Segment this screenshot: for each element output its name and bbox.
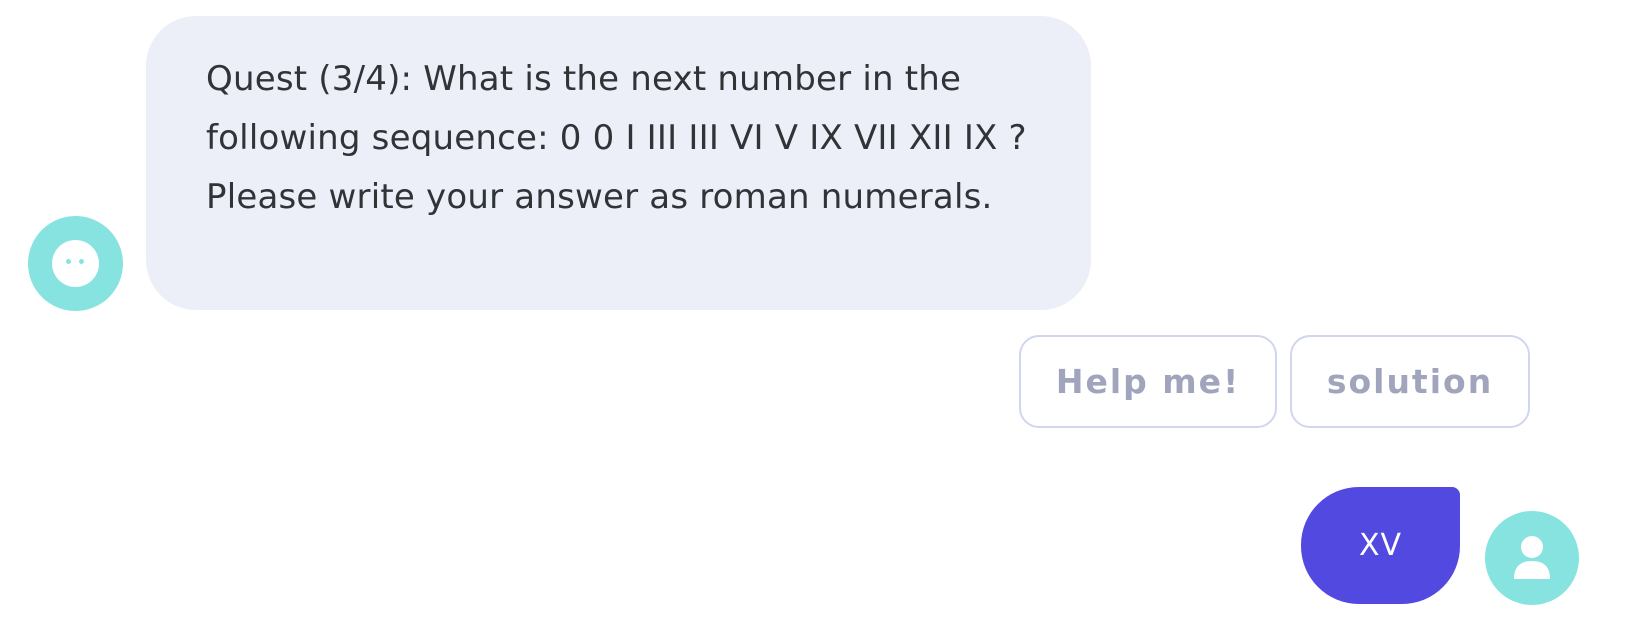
user-avatar	[1485, 511, 1579, 605]
bot-face-icon	[52, 240, 99, 287]
bot-eye-left	[66, 259, 71, 264]
bot-eye-right	[79, 259, 84, 264]
solution-button[interactable]: solution	[1290, 335, 1530, 428]
user-message-bubble: XV	[1301, 487, 1460, 604]
bot-message-text: Quest (3/4): What is the next number in …	[206, 59, 1027, 217]
bot-avatar	[28, 216, 123, 311]
bot-message-bubble: Quest (3/4): What is the next number in …	[146, 16, 1091, 310]
help-me-button[interactable]: Help me!	[1019, 335, 1277, 428]
user-message-text: XV	[1358, 528, 1403, 563]
user-icon	[1514, 536, 1550, 579]
